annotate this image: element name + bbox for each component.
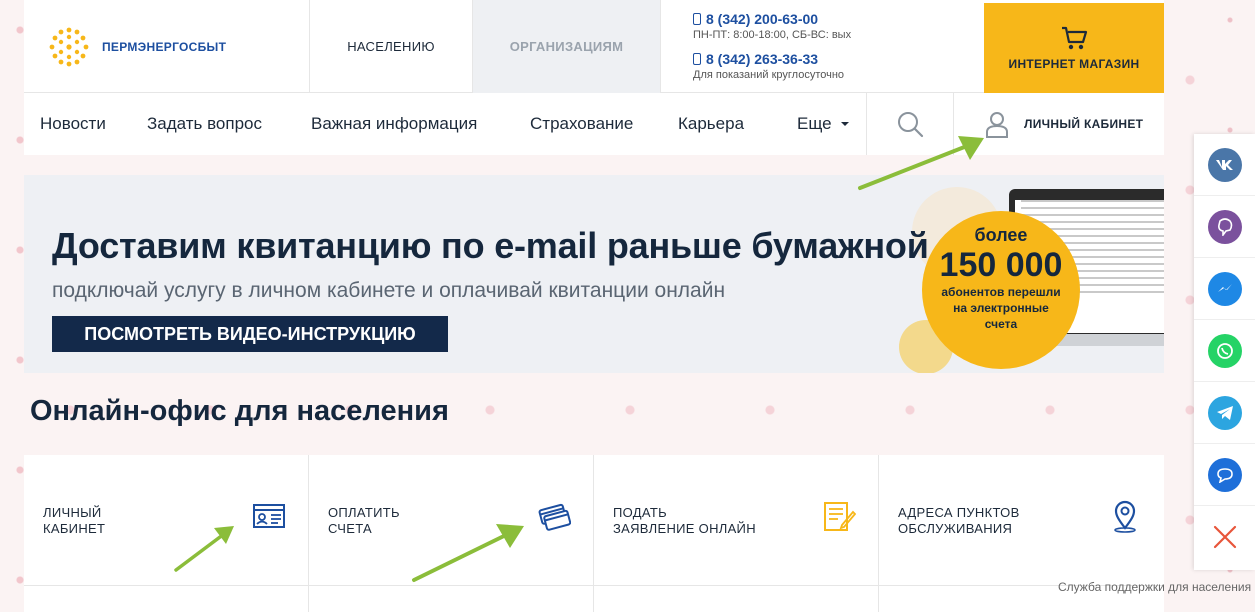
phone-readings-note: Для показаний круглосуточно: [693, 69, 845, 81]
phones-block: 8 (342) 200-63-00 ПН-ПТ: 8:00-18:00, СБ-…: [660, 0, 984, 93]
caret-down-icon: [840, 122, 849, 126]
viber-button[interactable]: [1194, 196, 1255, 258]
logo-text: ПЕРМЭНЕРГОСБЫТ: [102, 40, 227, 54]
phone-main[interactable]: 8 (342) 200-63-00: [693, 11, 984, 27]
card-label: АДРЕСА ПУНКТОВ ОБСЛУЖИВАНИЯ: [898, 505, 1020, 536]
banner-subtitle: подключай услугу в личном кабинете и опл…: [52, 279, 726, 302]
section-title: Онлайн-офис для населения: [30, 395, 449, 427]
tab-organizations[interactable]: ОРГАНИЗАЦИЯМ: [472, 0, 660, 93]
viber-icon: [1207, 209, 1242, 244]
tab-population[interactable]: НАСЕЛЕНИЮ: [309, 0, 472, 93]
support-link[interactable]: Служба поддержки для населения: [1058, 580, 1251, 594]
card-label: ОПЛАТИТЬ СЧЕТА: [328, 505, 400, 536]
nav-news[interactable]: Новости: [40, 93, 106, 155]
id-card-icon: [253, 504, 285, 528]
phone-main-hours: ПН-ПТ: 8:00-18:00, СБ-ВС: вых: [693, 29, 852, 41]
card-label: ЛИЧНЫЙ КАБИНЕТ: [43, 505, 106, 536]
messenger-icon: [1207, 271, 1242, 306]
map-pin-icon: [1114, 500, 1136, 533]
telegram-button[interactable]: [1194, 382, 1255, 444]
nav-career[interactable]: Карьера: [678, 93, 744, 155]
nav-important-info[interactable]: Важная информация: [311, 93, 477, 155]
phone-icon: [693, 53, 701, 65]
badge-text: абонентов перешли на электронные счета: [941, 285, 1061, 331]
nav-ask-question[interactable]: Задать вопрос: [147, 93, 262, 155]
nav-more[interactable]: Еще: [797, 93, 852, 155]
whatsapp-button[interactable]: [1194, 320, 1255, 382]
top-header: ПЕРМЭНЕРГОСБЫТ НАСЕЛЕНИЮ ОРГАНИЗАЦИЯМ 8 …: [24, 0, 1164, 93]
sun-logo-icon: [48, 26, 90, 68]
promo-banner[interactable]: Доставим квитанцию по e-mail раньше бума…: [24, 175, 1164, 373]
card-personal-cabinet[interactable]: ЛИЧНЫЙ КАБИНЕТ: [24, 455, 309, 612]
online-shop-label: ИНТЕРНЕТ МАГАЗИН: [1008, 57, 1140, 71]
logo[interactable]: ПЕРМЭНЕРГОСБЫТ: [48, 26, 226, 68]
document-edit-icon: [824, 502, 856, 531]
annotation-arrow: [174, 526, 234, 572]
subscribers-badge: более 150 000 абонентов перешли на элект…: [922, 211, 1080, 369]
online-shop-button[interactable]: ИНТЕРНЕТ МАГАЗИН: [984, 3, 1164, 93]
phone-main-number: 8 (342) 200-63-00: [706, 11, 819, 27]
annotation-arrow: [858, 136, 984, 190]
watch-video-button[interactable]: ПОСМОТРЕТЬ ВИДЕО-ИНСТРУКЦИЮ: [52, 316, 448, 352]
phone-readings-number: 8 (342) 263-36-33: [706, 51, 819, 67]
card-label: ПОДАТЬ ЗАЯВЛЕНИЕ ОНЛАЙН: [613, 505, 756, 536]
telegram-icon: [1207, 395, 1242, 430]
credit-cards-icon: [538, 503, 571, 531]
whatsapp-icon: [1207, 333, 1242, 368]
badge-top: более: [974, 225, 1028, 245]
annotation-arrow: [412, 524, 524, 582]
nav-more-label: Еще: [797, 114, 832, 133]
badge-number: 150 000: [939, 246, 1063, 284]
nav-insurance[interactable]: Страхование: [530, 93, 633, 155]
phone-icon: [693, 13, 701, 25]
close-social-button[interactable]: [1194, 506, 1255, 568]
social-sidebar: [1194, 134, 1255, 570]
close-icon: [1213, 525, 1236, 549]
card-submit-application[interactable]: ПОДАТЬ ЗАЯВЛЕНИЕ ОНЛАЙН: [594, 455, 879, 612]
phone-readings[interactable]: 8 (342) 263-36-33: [693, 51, 984, 67]
vk-button[interactable]: [1194, 134, 1255, 196]
chat-button[interactable]: [1194, 444, 1255, 506]
personal-cabinet-label: ЛИЧНЫЙ КАБИНЕТ: [1024, 117, 1144, 131]
cart-icon: [1062, 26, 1088, 50]
vk-icon: [1207, 147, 1242, 182]
messenger-button[interactable]: [1194, 258, 1255, 320]
chat-icon: [1207, 457, 1242, 492]
banner-title: Доставим квитанцию по e-mail раньше бума…: [52, 225, 929, 266]
